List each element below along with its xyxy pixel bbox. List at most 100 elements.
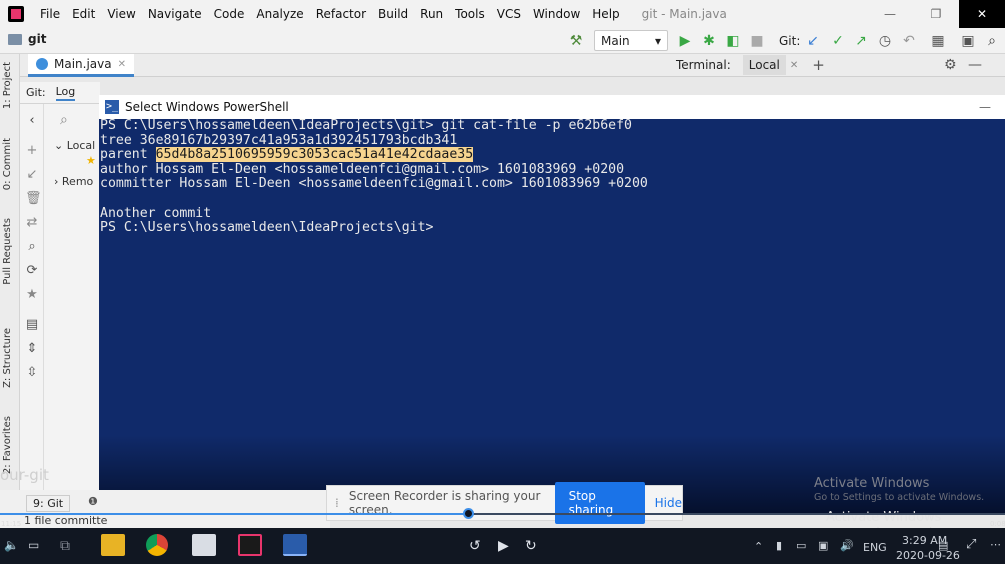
fullscreen-icon[interactable]: ⤢ (966, 537, 976, 552)
current-branch-star-icon: ★ (86, 154, 96, 167)
add-icon[interactable]: + (25, 144, 39, 158)
group-icon[interactable]: ▤ (25, 318, 39, 332)
selected-hash: 65d4b8a2510695959c3053cac51a41e42cdaae35 (155, 147, 474, 163)
menu-window[interactable]: Window (527, 7, 586, 21)
project-tool-button[interactable]: 1: Project (2, 62, 13, 109)
terminal-tab-local[interactable]: Local (742, 55, 786, 75)
menu-refactor[interactable]: Refactor (310, 7, 372, 21)
volume-icon[interactable]: 🔈 (4, 538, 19, 552)
tray-chevron-up-icon[interactable]: ⌃ (754, 540, 763, 553)
language-indicator[interactable]: ENG (863, 541, 887, 554)
activate-windows-subtitle: Go to Settings to activate Windows. (814, 492, 985, 503)
drag-handle-icon[interactable]: ⁞ (335, 496, 339, 510)
screen-recorder-icon[interactable] (192, 534, 216, 556)
branch-search-icon[interactable]: ⌕ (60, 112, 68, 128)
notification-icon[interactable]: ▤ (938, 539, 948, 552)
favorite-star-icon[interactable]: ★ (25, 288, 39, 302)
network-icon[interactable]: ▣ (818, 539, 828, 552)
menu-build[interactable]: Build (372, 7, 414, 21)
structure-tool-button[interactable]: Z: Structure (2, 328, 13, 388)
history-icon[interactable]: ◷ (875, 31, 895, 51)
folder-icon (8, 33, 22, 45)
restore-icon[interactable]: ❐ (913, 0, 959, 28)
task-view-icon[interactable]: ⧉ (60, 538, 70, 554)
git-commit-icon[interactable]: ✓ (828, 31, 848, 51)
usb-icon[interactable]: ▮ (776, 539, 782, 552)
search-icon[interactable]: ⌕ (982, 31, 1002, 51)
hide-panel-icon[interactable]: — (968, 57, 982, 73)
menu-help[interactable]: Help (586, 7, 625, 21)
expand-all-icon[interactable]: ⇕ (25, 342, 39, 356)
presentation-icon[interactable]: ▣ (958, 31, 978, 51)
powershell-window: >_ Select Windows PowerShell — PS C:\Use… (99, 95, 1005, 515)
search-branches-icon[interactable]: ⌕ (25, 240, 39, 254)
tree-remote-label: Remo (61, 175, 94, 188)
gear-icon[interactable]: ⚙ (944, 57, 957, 73)
menu-view[interactable]: View (101, 7, 141, 21)
tree-remote[interactable]: › Remo (54, 175, 93, 188)
clock-date[interactable]: 2020-09-26 (896, 549, 960, 562)
menu-run[interactable]: Run (414, 7, 449, 21)
git-push-icon[interactable]: ↗ (851, 31, 871, 51)
play-icon[interactable]: ▶ (498, 538, 509, 554)
console-line: author Hossam El-Deen <hossameldeenfci@g… (100, 161, 625, 177)
display-icon[interactable]: ▭ (28, 538, 39, 552)
powershell-taskbar-icon[interactable] (283, 534, 307, 556)
menu-code[interactable]: Code (208, 7, 251, 21)
rollback-icon[interactable]: ↶ (899, 31, 919, 51)
intellij-taskbar-icon[interactable] (238, 534, 262, 556)
rewind-10-icon[interactable]: ↺ (469, 538, 481, 554)
commit-tool-button[interactable]: 0: Commit (2, 138, 13, 190)
menu-analyze[interactable]: Analyze (250, 7, 309, 21)
speaker-icon[interactable]: 🔊 (840, 539, 854, 552)
console-line: tree 36e89167b29397c41a953a1d392451793bc… (100, 132, 458, 148)
debug-icon[interactable]: ✱ (699, 31, 719, 51)
run-icon[interactable]: ▶ (675, 31, 695, 51)
collapse-all-icon[interactable]: ⇳ (25, 366, 39, 380)
pull-requests-tool-button[interactable]: Pull Requests (2, 218, 13, 285)
project-breadcrumb[interactable]: git (8, 32, 46, 46)
back-arrow-icon[interactable]: ‹ (25, 114, 39, 128)
window-title: git - Main.java (641, 7, 727, 21)
menu-file[interactable]: File (34, 7, 66, 21)
minimize-icon[interactable]: — (867, 0, 913, 28)
stop-sharing-button[interactable]: Stop sharing (554, 482, 645, 524)
git-update-icon[interactable]: ↙ (803, 31, 823, 51)
terminal-header: Terminal: Local ✕ + ⚙ — (670, 54, 1005, 77)
git-tool-tab[interactable]: 9: Git (26, 495, 71, 512)
build-hammer-icon[interactable]: ⚒ (566, 31, 586, 51)
console-line: parent 65d4b8a2510695959c3053cac51a41e42… (100, 147, 474, 163)
chrome-icon[interactable] (146, 534, 168, 556)
minimize-icon[interactable]: — (979, 100, 991, 114)
project-structure-icon[interactable]: ▦ (928, 31, 948, 51)
refresh-icon[interactable]: ⟳ (25, 264, 39, 278)
forward-30-icon[interactable]: ↻ (525, 538, 537, 554)
compare-icon[interactable]: ⇄ (25, 216, 39, 230)
hide-button[interactable]: Hide (655, 496, 682, 510)
git-panel-toolbar: ‹ + ↙ 🗑 ⇄ ⌕ ⟳ ★ ▤ ⇕ ⇳ (20, 104, 44, 504)
delete-icon[interactable]: 🗑 (25, 192, 42, 206)
tree-local[interactable]: ⌄ Local (54, 139, 95, 152)
more-options-icon[interactable]: ⋯ (990, 538, 1001, 551)
close-tab-icon[interactable]: ✕ (118, 59, 126, 70)
file-explorer-icon[interactable] (101, 534, 125, 556)
run-config-select[interactable]: Main ▾ (594, 30, 668, 51)
menu-tools[interactable]: Tools (449, 7, 491, 21)
close-terminal-tab-icon[interactable]: ✕ (790, 60, 798, 71)
battery-icon[interactable]: ▭ (796, 539, 806, 552)
java-class-icon (36, 58, 48, 70)
menu-vcs[interactable]: VCS (491, 7, 527, 21)
coverage-icon[interactable]: ◧ (723, 31, 743, 51)
left-tool-stripe: 1: Project 0: Commit Pull Requests Z: St… (0, 54, 20, 514)
git-panel-header: Git: Log (20, 82, 100, 104)
tab-log[interactable]: Log (55, 85, 76, 101)
info-icon: ❶ (88, 495, 98, 508)
add-terminal-icon[interactable]: + (812, 56, 825, 74)
menu-edit[interactable]: Edit (66, 7, 101, 21)
stop-icon[interactable]: ■ (747, 31, 767, 51)
chevron-right-icon: › (54, 175, 59, 188)
checkout-icon[interactable]: ↙ (25, 168, 39, 182)
close-icon[interactable]: ✕ (959, 0, 1005, 28)
tab-main-java[interactable]: Main.java ✕ (28, 54, 134, 77)
menu-navigate[interactable]: Navigate (142, 7, 208, 21)
